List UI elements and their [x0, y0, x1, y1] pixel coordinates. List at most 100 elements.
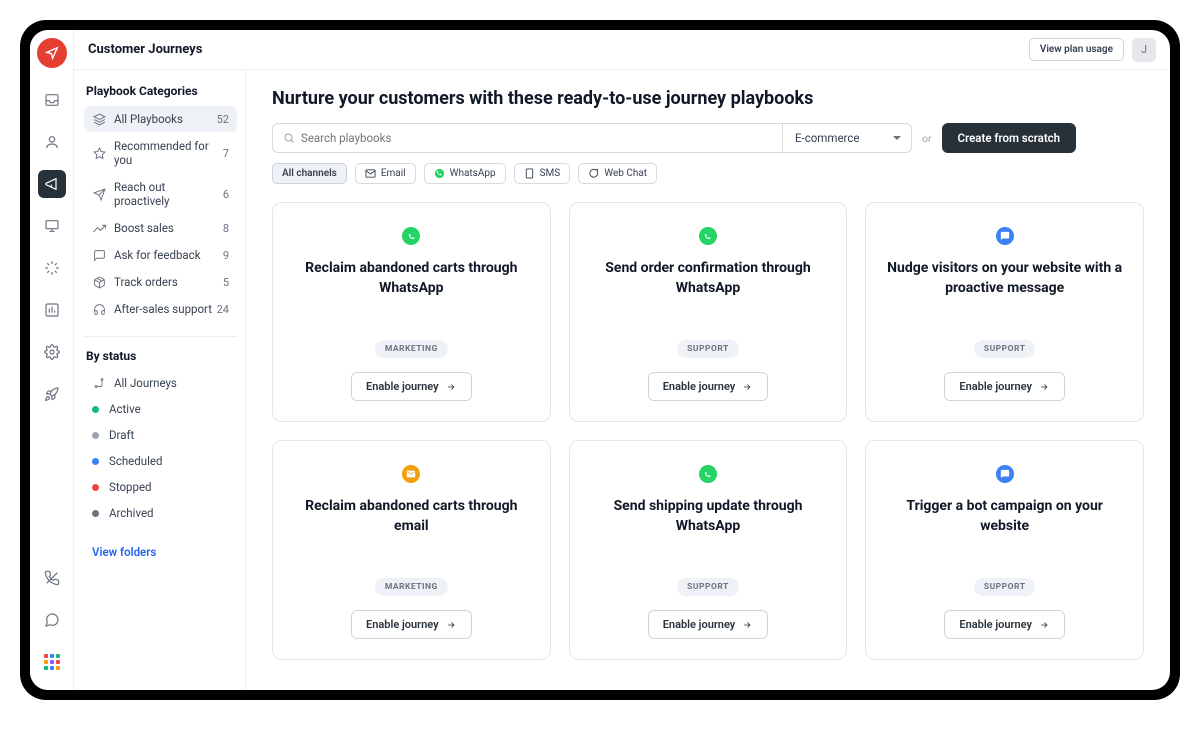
nav-campaigns-icon[interactable] [38, 170, 66, 198]
status-label: Archived [109, 506, 154, 520]
whatsapp-icon [699, 227, 717, 245]
user-avatar[interactable]: J [1132, 38, 1156, 62]
status-dot [92, 484, 99, 491]
search-icon [283, 132, 295, 144]
card-tag: SUPPORT [974, 340, 1036, 358]
content-headline: Nurture your customers with these ready-… [272, 88, 1144, 109]
status-item[interactable]: Stopped [84, 475, 237, 499]
enable-journey-button[interactable]: Enable journey [944, 372, 1065, 401]
nav-monitor-icon[interactable] [38, 212, 66, 240]
category-count: 52 [217, 113, 229, 126]
chip-label: All channels [282, 168, 337, 179]
category-item[interactable]: All Playbooks 52 [84, 106, 237, 132]
status-item[interactable]: Active [84, 397, 237, 421]
status-item[interactable]: Scheduled [84, 449, 237, 473]
main-area: Customer Journeys View plan usage J Play… [74, 30, 1170, 690]
layers-icon [92, 112, 106, 126]
category-count: 24 [217, 303, 229, 316]
star-icon [92, 146, 106, 160]
enable-journey-button[interactable]: Enable journey [648, 610, 769, 639]
enable-journey-button[interactable]: Enable journey [351, 372, 472, 401]
nav-contacts-icon[interactable] [38, 128, 66, 156]
arrow-right-icon [445, 382, 457, 392]
comment-icon [92, 248, 106, 262]
status-heading: By status [86, 349, 237, 363]
trending-icon [92, 221, 106, 235]
top-bar: Customer Journeys View plan usage J [74, 30, 1170, 70]
category-label: Boost sales [114, 221, 174, 235]
enable-label: Enable journey [366, 380, 439, 393]
nav-rocket-icon[interactable] [38, 380, 66, 408]
whatsapp-icon [699, 465, 717, 483]
status-item[interactable]: Archived [84, 501, 237, 525]
search-box[interactable] [272, 123, 782, 153]
route-icon [92, 376, 106, 390]
arrow-right-icon [1038, 382, 1050, 392]
create-from-scratch-button[interactable]: Create from scratch [942, 123, 1077, 153]
categories-heading: Playbook Categories [86, 84, 237, 98]
enable-label: Enable journey [663, 380, 736, 393]
category-select[interactable]: E-commerce [782, 123, 912, 153]
status-dot [92, 432, 99, 439]
card-title: Trigger a bot campaign on your website [884, 497, 1125, 536]
playbook-card: Send order confirmation through WhatsApp… [569, 202, 848, 422]
playbook-card: Reclaim abandoned carts through email MA… [272, 440, 551, 660]
search-input[interactable] [301, 131, 772, 145]
nav-settings-icon[interactable] [38, 338, 66, 366]
card-title: Send shipping update through WhatsApp [588, 497, 829, 536]
nav-inbox-icon[interactable] [38, 86, 66, 114]
category-label: Ask for feedback [114, 248, 201, 262]
card-tag: SUPPORT [677, 578, 739, 596]
filter-chip[interactable]: Web Chat [578, 163, 657, 184]
status-label: All Journeys [114, 376, 177, 390]
headset-icon [92, 302, 106, 316]
category-label: All Playbooks [114, 112, 183, 126]
send-icon [92, 187, 106, 201]
chip-label: SMS [540, 168, 561, 179]
chip-icon [434, 168, 445, 179]
nav-automation-icon[interactable] [38, 254, 66, 282]
chip-label: Email [381, 168, 406, 179]
category-item[interactable]: After-sales support 24 [84, 296, 237, 322]
view-plan-button[interactable]: View plan usage [1029, 38, 1124, 61]
package-icon [92, 275, 106, 289]
category-label: Track orders [114, 275, 178, 289]
sidebar: Playbook Categories All Playbooks 52 Rec… [74, 70, 246, 690]
chip-label: Web Chat [604, 168, 647, 179]
nav-phone-icon[interactable] [38, 564, 66, 592]
card-title: Nudge visitors on your website with a pr… [884, 259, 1125, 298]
card-title: Reclaim abandoned carts through WhatsApp [291, 259, 532, 298]
filter-chip[interactable]: WhatsApp [424, 163, 506, 184]
or-text: or [922, 132, 932, 145]
card-tag: MARKETING [375, 578, 448, 596]
enable-journey-button[interactable]: Enable journey [944, 610, 1065, 639]
status-item[interactable]: Draft [84, 423, 237, 447]
category-count: 7 [223, 147, 229, 160]
enable-journey-button[interactable]: Enable journey [648, 372, 769, 401]
app-logo[interactable] [37, 38, 67, 68]
enable-label: Enable journey [663, 618, 736, 631]
category-item[interactable]: Reach out proactively 6 [84, 174, 237, 214]
playbook-card: Send shipping update through WhatsApp SU… [569, 440, 848, 660]
filter-chip[interactable]: Email [355, 163, 416, 184]
filter-chip[interactable]: SMS [514, 163, 571, 184]
status-item[interactable]: All Journeys [84, 371, 237, 395]
nav-reports-icon[interactable] [38, 296, 66, 324]
icon-rail [30, 30, 74, 690]
category-count: 9 [223, 249, 229, 262]
category-item[interactable]: Track orders 5 [84, 269, 237, 295]
view-folders-link[interactable]: View folders [84, 539, 237, 565]
enable-label: Enable journey [959, 618, 1032, 631]
category-item[interactable]: Ask for feedback 9 [84, 242, 237, 268]
category-item[interactable]: Recommended for you 7 [84, 133, 237, 173]
category-item[interactable]: Boost sales 8 [84, 215, 237, 241]
arrow-right-icon [741, 382, 753, 392]
category-label: Reach out proactively [114, 180, 223, 208]
nav-apps-icon[interactable] [38, 648, 66, 676]
status-label: Active [109, 402, 141, 416]
filter-chip[interactable]: All channels [272, 163, 347, 184]
status-label: Draft [109, 428, 134, 442]
enable-journey-button[interactable]: Enable journey [351, 610, 472, 639]
card-tag: MARKETING [375, 340, 448, 358]
nav-chat-icon[interactable] [38, 606, 66, 634]
